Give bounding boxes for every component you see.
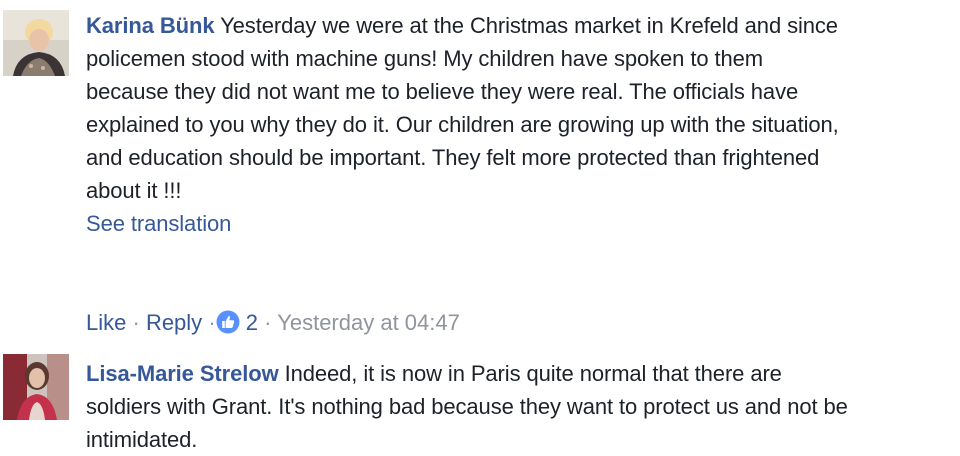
comment-line: explained to you why they do it. Our chi…: [86, 112, 839, 137]
comment-line: intimidated.: [86, 427, 198, 452]
avatar[interactable]: [3, 10, 69, 76]
reply-link[interactable]: Reply: [146, 310, 202, 335]
avatar-lisa-marie-image: [3, 354, 69, 420]
reaction-count[interactable]: 2: [246, 310, 258, 335]
comment-line: because they did not want me to believe …: [86, 79, 799, 104]
comment-line: soldiers with Grant. It's nothing bad be…: [86, 394, 848, 419]
thumbs-up-icon[interactable]: [216, 310, 240, 334]
separator: ·: [264, 310, 272, 335]
separator: ·: [208, 310, 216, 335]
comment-text: Lisa-Marie Strelow Indeed, it is now in …: [86, 357, 946, 456]
avatar-karina-image: [3, 10, 69, 76]
comment-line: Yesterday we were at the Christmas marke…: [220, 13, 838, 38]
comment-line: policemen stood with machine guns! My ch…: [86, 46, 763, 71]
comment-line: about it !!!: [86, 178, 182, 203]
timestamp[interactable]: Yesterday at 04:47: [277, 310, 460, 335]
comment-actions: Like · Reply · 2 · Yesterday at 04:47: [86, 308, 460, 338]
author-name[interactable]: Lisa-Marie Strelow: [86, 361, 279, 386]
author-name[interactable]: Karina Bünk: [86, 13, 215, 38]
avatar[interactable]: [3, 354, 69, 420]
see-translation-link[interactable]: See translation: [86, 207, 946, 240]
separator: ·: [132, 310, 140, 335]
comment-text: Karina Bünk Yesterday we were at the Chr…: [86, 9, 946, 240]
comment-line: and education should be important. They …: [86, 145, 820, 170]
comment-line: Indeed, it is now in Paris quite normal …: [284, 361, 782, 386]
like-link[interactable]: Like: [86, 310, 126, 335]
